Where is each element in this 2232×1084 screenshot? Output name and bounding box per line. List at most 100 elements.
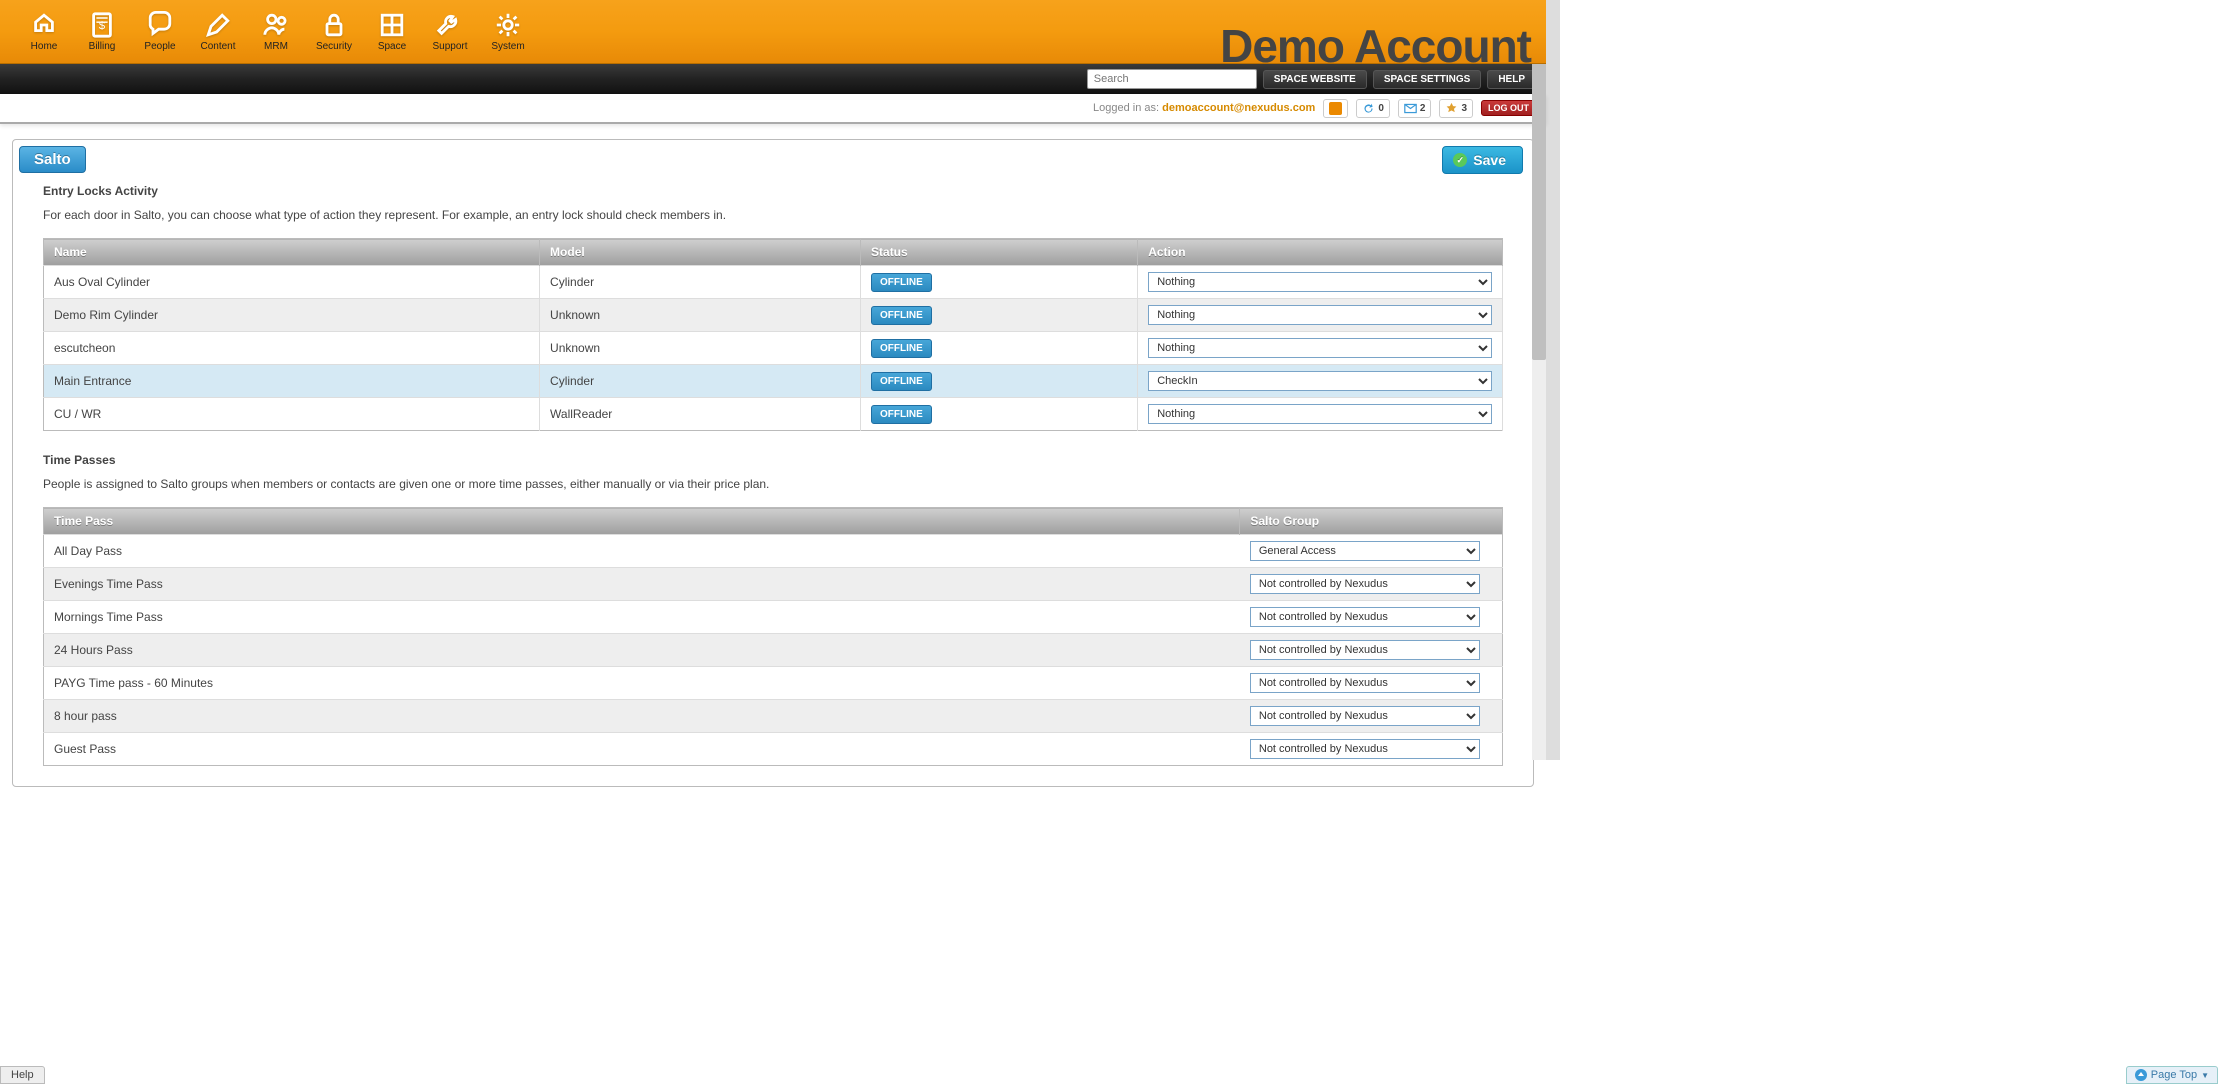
user-bar: Logged in as: demoaccount@nexudus.com 0 … <box>0 94 1546 124</box>
billing-icon: $ <box>88 11 116 39</box>
nav-security[interactable]: Security <box>305 2 363 62</box>
nav-label: Content <box>200 41 235 52</box>
nav-label: System <box>491 41 524 52</box>
badge-notifications[interactable] <box>1323 99 1348 118</box>
col-name: Name <box>44 239 540 266</box>
status-badge: OFFLINE <box>871 273 932 292</box>
save-button[interactable]: ✓Save <box>1442 146 1523 174</box>
lock-row: CU / WRWallReaderOFFLINENothingCheckIn <box>44 398 1503 431</box>
lock-icon <box>320 11 348 39</box>
lock-row: Aus Oval CylinderCylinder OFFLINE NothingC… <box>44 266 1503 299</box>
group-select[interactable]: General AccessNot controlled by Nexudus <box>1250 541 1480 561</box>
lock-name: Main Entrance <box>44 365 540 398</box>
envelope-icon <box>1404 102 1417 115</box>
help-tab[interactable]: Help <box>0 1066 45 1084</box>
locks-section-desc: For each door in Salto, you can choose w… <box>43 208 1503 222</box>
pen-icon <box>204 11 232 39</box>
home-icon <box>30 11 58 39</box>
bell-icon <box>1329 102 1342 115</box>
badge-messages[interactable]: 2 <box>1398 99 1432 118</box>
lock-model: Unknown <box>540 299 861 332</box>
action-select[interactable]: NothingCheckIn <box>1148 305 1492 325</box>
gear-icon <box>494 11 522 39</box>
action-select[interactable]: NothingCheckIn <box>1148 338 1492 358</box>
status-badge: OFFLINE <box>871 339 932 358</box>
col-status: Status <box>861 239 1138 266</box>
group-select[interactable]: General AccessNot controlled by Nexudus <box>1250 739 1480 759</box>
scrollbar-track[interactable] <box>1532 0 1546 760</box>
star-icon <box>1445 102 1458 115</box>
pass-name: Mornings Time Pass <box>44 601 1240 634</box>
nav-mrm[interactable]: MRM <box>247 2 305 62</box>
group-select[interactable]: General AccessNot controlled by Nexudus <box>1250 706 1480 726</box>
status-badge: OFFLINE <box>871 306 932 325</box>
nav-label: Home <box>31 41 58 52</box>
passes-table: Time Pass Salto Group All Day Pass Genera… <box>43 507 1503 766</box>
pass-row: 8 hour pass General AccessNot controlled … <box>44 700 1503 733</box>
nav-label: People <box>144 41 175 52</box>
lock-model: Unknown <box>540 332 861 365</box>
nav-label: Security <box>316 41 352 52</box>
lock-model: Cylinder <box>540 266 861 299</box>
page-top-button[interactable]: Page Top ▼ <box>2126 1066 2218 1084</box>
lock-name: Demo Rim Cylinder <box>44 299 540 332</box>
lock-name: CU / WR <box>44 398 540 431</box>
col-saltogroup: Salto Group <box>1240 508 1503 535</box>
logged-in-label: Logged in as: demoaccount@nexudus.com <box>1093 102 1315 114</box>
nav-space[interactable]: Space <box>363 2 421 62</box>
passes-section-desc: People is assigned to Salto groups when … <box>43 477 1503 491</box>
pass-name: Evenings Time Pass <box>44 568 1240 601</box>
nav-label: Space <box>378 41 406 52</box>
content-card: ✓Save Salto Entry Locks Activity For eac… <box>12 139 1534 787</box>
action-select[interactable]: NothingCheckIn <box>1148 272 1492 292</box>
status-badge: OFFLINE <box>871 405 932 424</box>
lock-name: Aus Oval Cylinder <box>44 266 540 299</box>
nav-billing[interactable]: $ Billing <box>73 2 131 62</box>
nav-people[interactable]: People <box>131 2 189 62</box>
arrow-up-icon <box>2135 1069 2147 1081</box>
status-badge: OFFLINE <box>871 372 932 391</box>
lock-row: escutcheonUnknown OFFLINE NothingCheckIn <box>44 332 1503 365</box>
locks-section-title: Entry Locks Activity <box>43 184 1503 198</box>
wrench-icon <box>436 11 464 39</box>
top-nav: Home $ Billing People Content MRM Security Spac… <box>0 0 1546 64</box>
badge-refresh[interactable]: 0 <box>1356 99 1390 118</box>
pass-row: Mornings Time Pass General AccessNot cont… <box>44 601 1503 634</box>
pass-name: 24 Hours Pass <box>44 634 1240 667</box>
nav-support[interactable]: Support <box>421 2 479 62</box>
pass-row: 24 Hours Pass General AccessNot controlle… <box>44 634 1503 667</box>
pass-name: All Day Pass <box>44 535 1240 568</box>
brand-title: Demo Account <box>1220 19 1531 73</box>
pass-row: All Day Pass General AccessNot controlled… <box>44 535 1503 568</box>
logout-button[interactable]: LOG OUT <box>1481 100 1536 116</box>
group-select[interactable]: General AccessNot controlled by Nexudus <box>1250 607 1480 627</box>
tab-salto[interactable]: Salto <box>19 146 86 173</box>
col-timepass: Time Pass <box>44 508 1240 535</box>
grid-icon <box>378 11 406 39</box>
action-select[interactable]: NothingCheckIn <box>1148 371 1492 391</box>
nav-label: Billing <box>89 41 116 52</box>
people-icon <box>262 11 290 39</box>
badge-favorites[interactable]: 3 <box>1439 99 1473 118</box>
refresh-icon <box>1362 102 1375 115</box>
col-action: Action <box>1138 239 1503 266</box>
nav-home[interactable]: Home <box>15 2 73 62</box>
group-select[interactable]: General AccessNot controlled by Nexudus <box>1250 574 1480 594</box>
pass-row: PAYG Time pass - 60 Minutes General Acces… <box>44 667 1503 700</box>
lock-row: Main EntranceCylinder OFFLINE NothingCheck… <box>44 365 1503 398</box>
lock-name: escutcheon <box>44 332 540 365</box>
nav-content[interactable]: Content <box>189 2 247 62</box>
locks-table: Name Model Status Action Aus Oval Cylind… <box>43 238 1503 431</box>
pass-row: Evenings Time Pass General AccessNot cont… <box>44 568 1503 601</box>
user-email-link[interactable]: demoaccount@nexudus.com <box>1162 102 1315 114</box>
action-select[interactable]: NothingCheckIn <box>1148 404 1492 424</box>
pass-name: 8 hour pass <box>44 700 1240 733</box>
group-select[interactable]: General AccessNot controlled by Nexudus <box>1250 640 1480 660</box>
nav-label: Support <box>432 41 467 52</box>
lock-model: Cylinder <box>540 365 861 398</box>
nav-label: MRM <box>264 41 288 52</box>
nav-system[interactable]: System <box>479 2 537 62</box>
group-select[interactable]: General AccessNot controlled by Nexudus <box>1250 673 1480 693</box>
check-icon: ✓ <box>1453 153 1467 167</box>
pass-name: PAYG Time pass - 60 Minutes <box>44 667 1240 700</box>
